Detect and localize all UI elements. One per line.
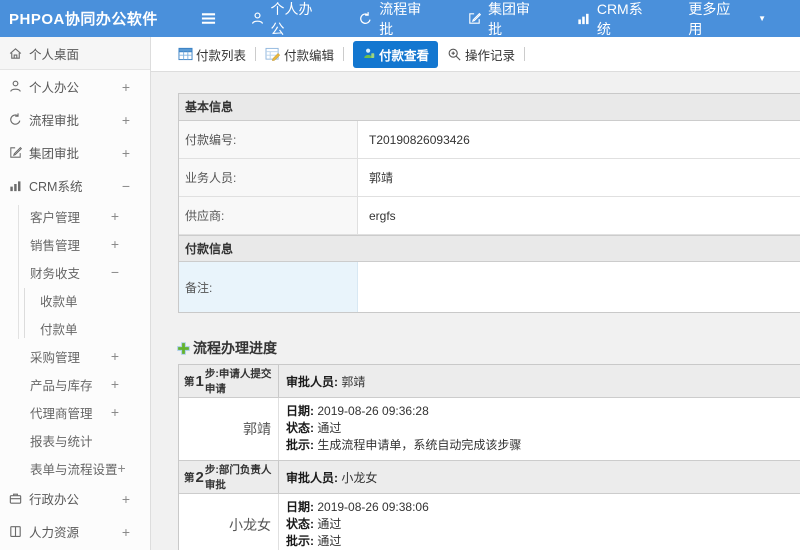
tab-separator [255,47,257,61]
process-icon [7,112,24,127]
sidebar-item-agent-mgmt[interactable]: 代理商管理 + [0,398,150,426]
payment-view-content: 基本信息 付款编号: T20190826093426 业务人员: 郭靖 供应商:… [151,72,800,550]
sidebar-item-personal-office[interactable]: 个人办公 + [0,70,150,103]
plus-icon [176,341,191,356]
field-value: T20190826093426 [369,132,470,147]
finance-submenu: 收款单 付款单 [0,286,150,342]
nav-process-approval[interactable]: 流程审批 [358,0,433,39]
step-header-row: 第 2 步:部门负责人审批 审批人员: 小龙女 [179,461,800,494]
home-icon [7,46,24,61]
nav-personal-office[interactable]: 个人办公 [250,0,325,39]
section-header-payment-info: 付款信息 [179,235,800,262]
top-navigation: 个人办公 流程审批 集团审批 CRM系统 更多应用 ▼ [250,0,800,39]
field-row-supplier: 供应商: ergfs [179,197,800,235]
field-row-payment-no: 付款编号: T20190826093426 [179,121,800,159]
sidebar-item-group-approval[interactable]: 集团审批 + [0,136,150,169]
approval-detail-row: 郭靖 日期: 2019-08-26 09:36:28 状态: 通过 批示: 生成… [179,398,800,461]
user-icon [7,79,24,94]
sidebar-item-customer-mgmt[interactable]: 客户管理 + [0,202,150,230]
main-area: 付款列表 付款编辑 付款查看 操作记录 基本信息 付款编号: T20190826… [151,37,800,550]
nav-crm-system[interactable]: CRM系统 [576,0,655,39]
step-title: 第 1 步:申请人提交申请 [179,365,279,397]
approver-name: 郭靖 [179,398,279,460]
edit-table-icon [265,47,281,61]
field-value [358,262,800,312]
approver-name: 小龙女 [179,494,279,550]
edit-icon [7,145,24,160]
sidebar-item-receipt-order[interactable]: 收款单 [0,286,150,314]
process-icon [358,11,373,26]
sidebar: 个人桌面 个人办公 + 流程审批 + 集团审批 + CRM系统 − 客户管理 + [0,37,151,550]
tab-separator [343,47,345,61]
process-progress-heading: 流程办理进度 [176,338,800,358]
briefcase-icon [7,491,24,506]
app-logo: PHPOA协同办公软件 [9,11,158,28]
tab-payment-view[interactable]: 付款查看 [353,40,439,68]
process-steps-table: 第 1 步:申请人提交申请 审批人员: 郭靖 郭靖 日期: 2019-08-26 0… [178,364,800,550]
field-row-business-person: 业务人员: 郭靖 [179,159,800,197]
sidebar-item-form-process-settings[interactable]: 表单与流程设置 + [0,454,150,482]
sidebar-item-admin-office[interactable]: 行政办公 + [0,482,150,515]
expander[interactable]: + [122,145,130,161]
section-header-basic-info: 基本信息 [179,94,800,121]
step-approver: 审批人员: 郭靖 [286,374,366,389]
approval-details: 日期: 2019-08-26 09:36:28 状态: 通过 批示: 生成流程申… [286,404,522,452]
tab-separator [524,47,526,61]
caret-down-icon: ▼ [758,14,766,23]
field-label: 备注: [179,262,358,312]
hamburger-menu-icon[interactable] [192,11,225,26]
sidebar-item-process-approval[interactable]: 流程审批 + [0,103,150,136]
approval-details: 日期: 2019-08-26 09:38:06 状态: 通过 批示: 通过 [286,500,429,548]
field-label: 付款编号: [179,121,358,158]
sidebar-item-products-inventory[interactable]: 产品与库存 + [0,370,150,398]
sidebar-item-payment-order[interactable]: 付款单 [0,314,150,342]
sidebar-item-reports-stats[interactable]: 报表与统计 [0,426,150,454]
chart-icon [7,178,24,193]
nav-group-approval[interactable]: 集团审批 [467,0,542,39]
sidebar-item-finance[interactable]: 财务收支 − [0,258,150,286]
payment-detail-table: 基本信息 付款编号: T20190826093426 业务人员: 郭靖 供应商:… [178,93,800,313]
field-label: 业务人员: [179,159,358,196]
step-title: 第 2 步:部门负责人审批 [179,461,279,493]
field-value: ergfs [369,208,396,223]
expander[interactable]: + [122,112,130,128]
tab-payment-list[interactable]: 付款列表 [178,45,246,64]
book-icon [7,524,24,539]
field-value: 郭靖 [369,171,394,185]
field-label: 供应商: [179,197,358,234]
top-header: PHPOA协同办公软件 个人办公 流程审批 集团审批 CRM系统 更多应用 ▼ [0,0,800,37]
field-row-note: 备注: [179,262,800,312]
zoom-plus-icon [447,47,462,62]
step-header-row: 第 1 步:申请人提交申请 审批人员: 郭靖 [179,365,800,398]
nav-more-apps[interactable]: 更多应用 ▼ [688,0,766,39]
tab-payment-edit[interactable]: 付款编辑 [265,45,334,64]
sidebar-item-hr[interactable]: 人力资源 + [0,515,150,548]
step-approver: 审批人员: 小龙女 [286,470,378,485]
sidebar-item-purchase-mgmt[interactable]: 采购管理 + [0,342,150,370]
tab-operation-log[interactable]: 操作记录 [447,45,515,64]
tab-bar: 付款列表 付款编辑 付款查看 操作记录 [151,37,800,72]
person-icon [362,47,376,61]
crm-submenu: 客户管理 + 销售管理 + 财务收支 − 收款单 付款单 [0,202,150,342]
sidebar-item-sales-mgmt[interactable]: 销售管理 + [0,230,150,258]
user-icon [250,11,265,26]
chart-icon [576,11,591,26]
table-icon [178,47,193,61]
collapse-minus[interactable]: − [122,178,130,194]
approval-detail-row: 小龙女 日期: 2019-08-26 09:38:06 状态: 通过 批示: 通… [179,494,800,550]
sidebar-item-desktop[interactable]: 个人桌面 [0,37,150,70]
edit-icon [467,11,482,26]
sidebar-item-crm[interactable]: CRM系统 − [0,169,150,202]
expander[interactable]: + [122,79,130,95]
